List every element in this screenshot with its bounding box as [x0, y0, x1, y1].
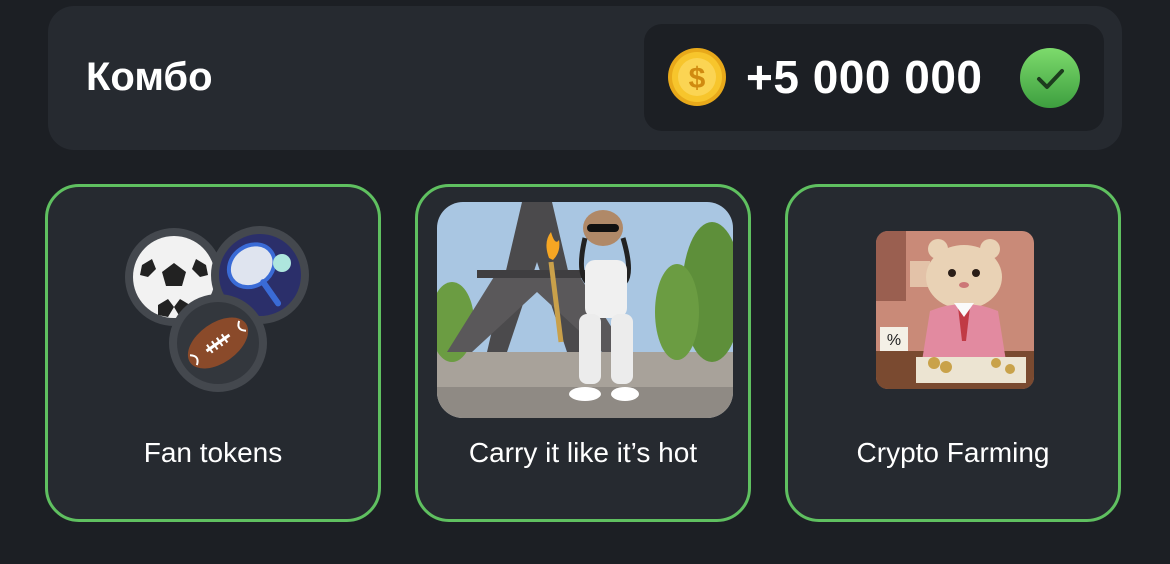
- hamster-torch-photo: [437, 202, 733, 418]
- svg-text:$: $: [689, 62, 706, 95]
- card-label: Fan tokens: [143, 437, 283, 468]
- combo-card-fan-tokens[interactable]: Fan tokens: [45, 184, 381, 522]
- hamster-suit-photo: %: [876, 231, 1034, 389]
- coin-dollar-icon: $: [668, 48, 726, 106]
- combo-header: Комбо $ +5 000 000: [48, 6, 1122, 150]
- checkmark-circle-icon: [1020, 48, 1080, 108]
- svg-text:%: %: [887, 332, 901, 349]
- combo-card-carry-it[interactable]: Carry it like it’s hot: [415, 184, 751, 522]
- sports-balls-icon: [122, 225, 312, 395]
- combo-card-crypto-farming[interactable]: % Crypto Farming: [785, 184, 1121, 522]
- reward-badge: $ +5 000 000: [644, 24, 1104, 131]
- page-title: Комбо: [86, 55, 213, 99]
- reward-amount: +5 000 000: [746, 51, 983, 103]
- card-label: Crypto Farming: [856, 437, 1050, 468]
- card-label: Carry it like it’s hot: [468, 437, 698, 468]
